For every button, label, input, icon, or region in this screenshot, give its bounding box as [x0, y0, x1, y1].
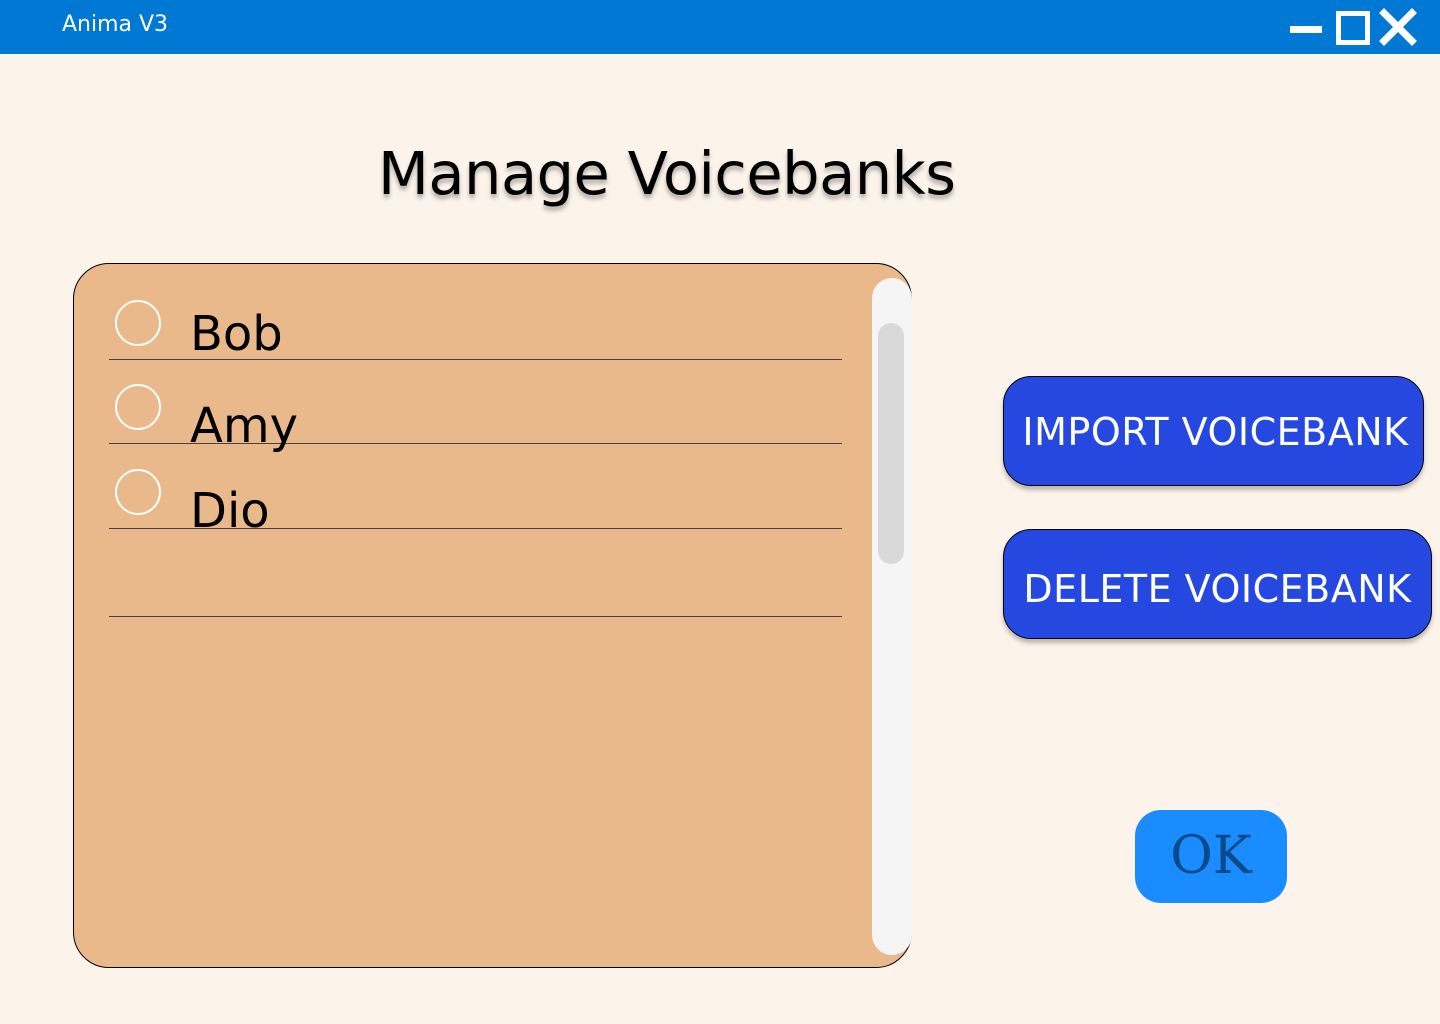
list-item-label: Bob [190, 306, 283, 362]
delete-voicebank-button[interactable]: DELETE VOICEBANK [1003, 529, 1432, 639]
import-voicebank-button[interactable]: IMPORT VOICEBANK [1003, 376, 1424, 486]
list-item-bob[interactable]: Bob [109, 276, 842, 362]
ok-button[interactable]: OK [1135, 810, 1287, 903]
title-bar: Anima V3 [0, 0, 1440, 54]
scrollbar[interactable] [872, 278, 912, 955]
voicebank-list: Bob Amy Dio [73, 263, 912, 968]
close-icon[interactable] [1378, 8, 1418, 46]
list-item-dio[interactable]: Dio [109, 444, 842, 539]
list-item-empty[interactable] [109, 529, 842, 617]
minimize-icon[interactable] [1286, 8, 1326, 46]
radio-button[interactable] [115, 384, 161, 430]
scrollbar-thumb[interactable] [878, 323, 904, 564]
close-x-glyph [1379, 8, 1417, 46]
radio-button[interactable] [115, 300, 161, 346]
maximize-icon[interactable] [1333, 8, 1373, 46]
list-item-amy[interactable]: Amy [109, 360, 842, 454]
page-title: Manage Voicebanks [378, 139, 956, 208]
radio-button[interactable] [115, 469, 161, 515]
app-title: Anima V3 [62, 12, 169, 37]
